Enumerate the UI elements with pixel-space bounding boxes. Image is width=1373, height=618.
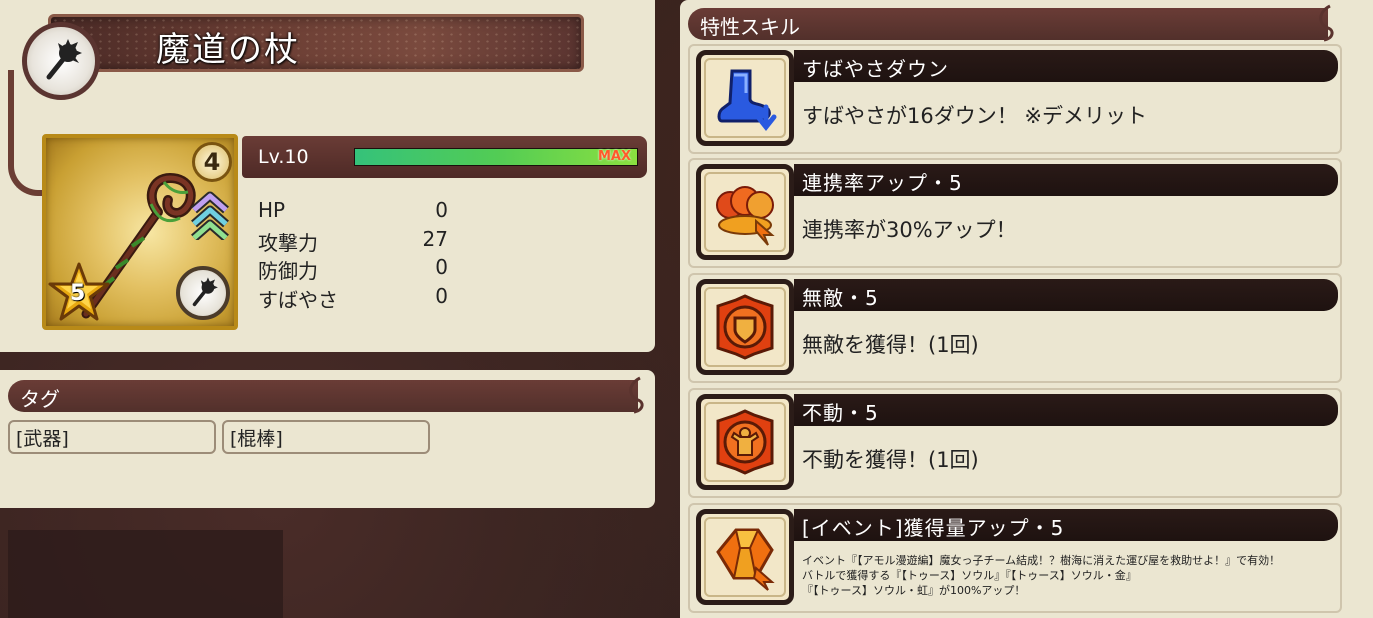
star-level: 5 [70, 281, 86, 306]
tag-panel: タグ [武器] [棍棒] [0, 370, 655, 508]
skill-description: 連携率が30%アップ！ [802, 218, 1017, 242]
skill-description: 不動を獲得！(1回) [802, 448, 979, 472]
xp-fill [355, 149, 637, 165]
stat-value: 0 [435, 198, 448, 222]
skill-header: 特性スキル [688, 4, 1334, 42]
stat-row-attack: 攻撃力 27 [258, 227, 458, 256]
skill-description: すばやさが16ダウン！ ※デメリット [802, 104, 1147, 128]
skill-card-chain-up[interactable]: 連携率アップ・5 連携率が30%アップ！ [688, 158, 1342, 268]
tag-chip[interactable]: [武器] [8, 420, 216, 454]
rarity-badge: 4 [192, 142, 232, 182]
skill-title: 特性スキル [700, 15, 800, 39]
stat-label: すばやさ [258, 287, 338, 312]
stat-row-hp: HP 0 [258, 198, 458, 227]
skill-name: [イベント]獲得量アップ・5 [802, 516, 1065, 540]
skill-card-steadfast[interactable]: 不動・5 不動を獲得！(1回) [688, 388, 1342, 498]
skill-card-speed-down[interactable]: すばやさダウン すばやさが16ダウン！ ※デメリット [688, 44, 1342, 154]
stat-value: 0 [435, 283, 448, 308]
chain-up-icon [696, 164, 794, 260]
max-label: MAX [597, 149, 631, 164]
skill-card-invincible[interactable]: 無敵・5 無敵を獲得！(1回) [688, 273, 1342, 383]
skill-name-bar: すばやさダウン [794, 50, 1338, 82]
stat-label: 攻撃力 [258, 230, 318, 255]
invincible-shield-icon [696, 279, 794, 375]
card-weapon-type-icon [176, 266, 230, 320]
item-title-banner: 魔道の杖 [8, 8, 588, 100]
stat-label: 防御力 [258, 259, 318, 283]
boot-down-icon [696, 50, 794, 146]
tag-title: タグ [20, 387, 60, 411]
level-label: Lv.10 [258, 146, 309, 168]
skill-name-bar: [イベント]獲得量アップ・5 [794, 509, 1338, 541]
xp-track: MAX [354, 148, 638, 166]
item-card[interactable]: 4 5 [42, 134, 238, 330]
item-name: 魔道の杖 [156, 30, 300, 70]
stat-value: 0 [435, 255, 448, 279]
tag-header: タグ [8, 376, 644, 414]
tag-chip[interactable]: [棍棒] [222, 420, 430, 454]
skill-name-bar: 連携率アップ・5 [794, 164, 1338, 196]
skill-description: イベント『【アモル漫遊編】魔女っ子チーム結成！？樹海に消えた運び屋を救助せよ！』… [802, 554, 1281, 597]
skill-panel: 特性スキル すばやさダウン すばやさが16ダウン！ ※デメリット 連携率アップ・… [680, 0, 1373, 618]
curl-ornament-icon [629, 376, 644, 414]
skill-description: 無敵を獲得！(1回) [802, 333, 979, 357]
stat-label: HP [258, 198, 286, 222]
mace-icon [46, 39, 82, 80]
title-bar [48, 14, 584, 72]
mace-icon [192, 277, 218, 307]
stat-row-defense: 防御力 0 [258, 255, 458, 284]
skill-name: すばやさダウン [802, 57, 949, 81]
skill-name: 不動・5 [802, 401, 879, 425]
curl-ornament-icon [1319, 4, 1334, 42]
item-detail-panel: 魔道の杖 4 5 Lv.10 MAX HP 0 攻撃力 27 防御力 0 すばや… [0, 0, 655, 352]
stat-value: 27 [422, 226, 448, 251]
skill-name-bar: 無敵・5 [794, 279, 1338, 311]
skill-name-bar: 不動・5 [794, 394, 1338, 426]
skill-card-event-gain-up[interactable]: [イベント]獲得量アップ・5 イベント『【アモル漫遊編】魔女っ子チーム結成！？樹… [688, 503, 1342, 613]
level-bar: Lv.10 MAX [242, 136, 647, 178]
stat-row-speed: すばやさ 0 [258, 284, 458, 313]
gem-up-icon [696, 509, 794, 605]
weapon-type-icon [22, 22, 100, 100]
rank-chevron-icon [191, 191, 229, 240]
steadfast-icon [696, 394, 794, 490]
stats-table: HP 0 攻撃力 27 防御力 0 すばやさ 0 [258, 198, 458, 312]
skill-name: 無敵・5 [802, 286, 879, 310]
background-shade [8, 530, 283, 618]
skill-name: 連携率アップ・5 [802, 171, 963, 195]
